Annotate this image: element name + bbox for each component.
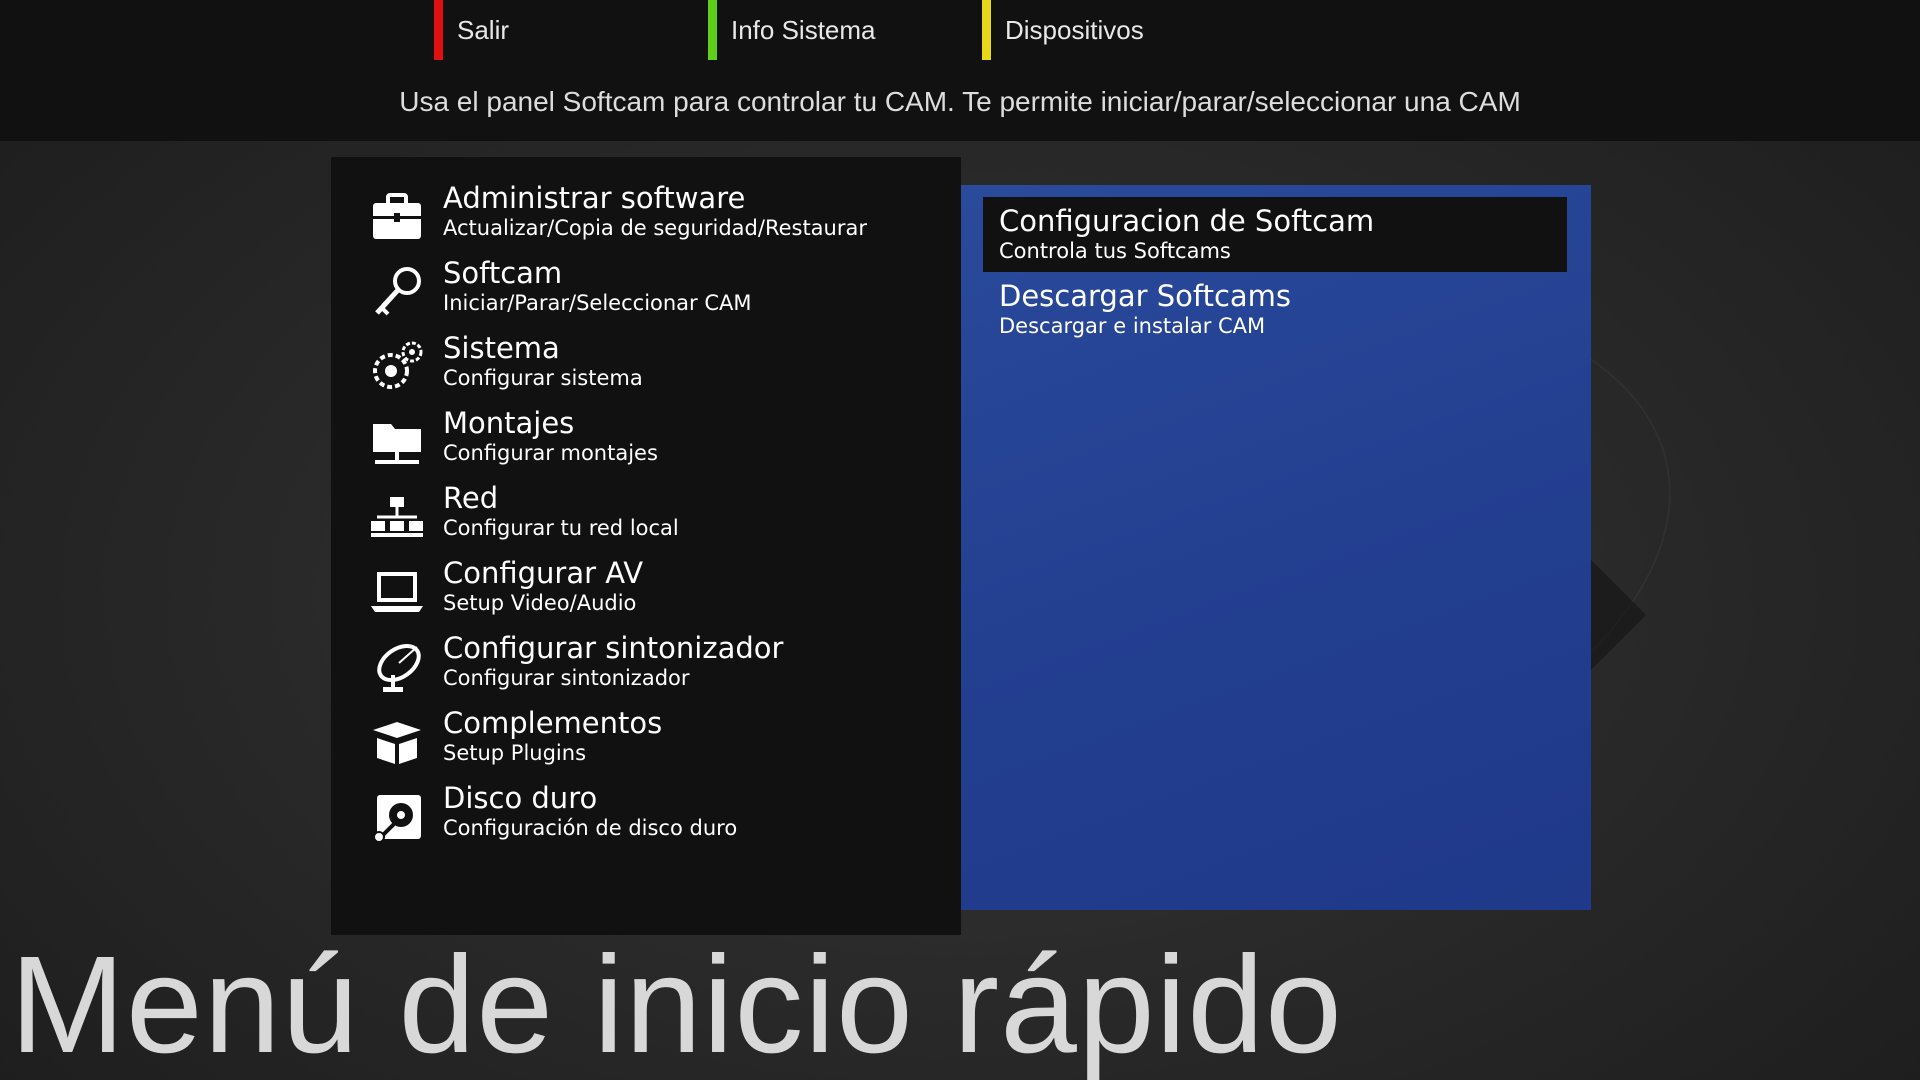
help-hint: Usa el panel Softcam para controlar tu C… <box>399 86 1521 117</box>
menu-item-tuner-setup[interactable]: Configurar sintonizador Configurar sinto… <box>331 627 961 702</box>
menu-item-subtitle: Iniciar/Parar/Seleccionar CAM <box>443 291 752 315</box>
menu-item-title: Configurar AV <box>443 556 644 590</box>
toolbox-icon <box>369 189 425 245</box>
yellow-key-label: Dispositivos <box>1005 14 1144 45</box>
menu-item-subtitle: Setup Video/Audio <box>443 591 637 615</box>
top-bar: Salir Info Sistema Dispositivos Usa el p… <box>0 0 1920 141</box>
menu-item-subtitle: Configurar sistema <box>443 366 643 390</box>
menu-item-subtitle: Setup Plugins <box>443 741 587 765</box>
menu-item-title: Disco duro <box>443 781 598 815</box>
submenu-item-softcam-config[interactable]: Configuracion de Softcam Controla tus So… <box>983 197 1567 272</box>
red-key-indicator <box>434 0 443 60</box>
menu-item-subtitle: Configurar tu red local <box>443 516 679 540</box>
network-icon <box>369 489 425 545</box>
menu-item-system[interactable]: Sistema Configurar sistema <box>331 327 961 402</box>
main-menu-panel: Administrar software Actualizar/Copia de… <box>331 157 961 935</box>
menu-item-title: Softcam <box>443 256 563 290</box>
menu-item-software-manager[interactable]: Administrar software Actualizar/Copia de… <box>331 177 961 252</box>
submenu-item-download-softcams[interactable]: Descargar Softcams Descargar e instalar … <box>983 272 1567 347</box>
decorative-arrow <box>1591 560 1646 670</box>
yellow-key-indicator <box>982 0 991 60</box>
gears-icon <box>369 339 425 395</box>
menu-item-plugins[interactable]: Complementos Setup Plugins <box>331 702 961 777</box>
submenu-item-title: Descargar Softcams <box>999 279 1292 313</box>
network-folder-icon <box>369 414 425 470</box>
menu-item-title: Complementos <box>443 706 663 740</box>
key-icon <box>369 264 425 320</box>
menu-item-av-setup[interactable]: Configurar AV Setup Video/Audio <box>331 552 961 627</box>
page-title: Menú de inicio rápido <box>10 928 1343 1080</box>
menu-item-title: Red <box>443 481 499 515</box>
green-key-indicator <box>708 0 717 60</box>
green-key-label: Info Sistema <box>731 14 876 45</box>
menu-item-mounts[interactable]: Montajes Configurar montajes <box>331 402 961 477</box>
submenu-panel: Configuracion de Softcam Controla tus So… <box>961 185 1591 910</box>
submenu-item-subtitle: Descargar e instalar CAM <box>999 314 1266 338</box>
submenu-item-subtitle: Controla tus Softcams <box>999 239 1231 263</box>
red-key-label: Salir <box>457 14 510 45</box>
menu-item-hard-disk[interactable]: Disco duro Configuración de disco duro <box>331 777 961 852</box>
menu-item-subtitle: Actualizar/Copia de seguridad/Restaurar <box>443 216 867 240</box>
menu-item-subtitle: Configurar montajes <box>443 441 658 465</box>
menu-item-title: Configurar sintonizador <box>443 631 784 665</box>
satellite-dish-icon <box>369 639 425 695</box>
menu-item-network[interactable]: Red Configurar tu red local <box>331 477 961 552</box>
menu-item-title: Montajes <box>443 406 575 440</box>
menu-item-subtitle: Configurar sintonizador <box>443 666 690 690</box>
submenu-item-title: Configuracion de Softcam <box>999 204 1375 238</box>
box-icon <box>369 714 425 770</box>
laptop-icon <box>369 564 425 620</box>
hard-disk-icon <box>369 789 425 845</box>
menu-item-title: Sistema <box>443 331 560 365</box>
menu-item-softcam[interactable]: Softcam Iniciar/Parar/Seleccionar CAM <box>331 252 961 327</box>
green-key-system-info[interactable]: Info Sistema <box>708 0 876 60</box>
menu-item-title: Administrar software <box>443 181 746 215</box>
red-key-exit[interactable]: Salir <box>434 0 509 60</box>
yellow-key-devices[interactable]: Dispositivos <box>982 0 1144 60</box>
menu-item-subtitle: Configuración de disco duro <box>443 816 738 840</box>
